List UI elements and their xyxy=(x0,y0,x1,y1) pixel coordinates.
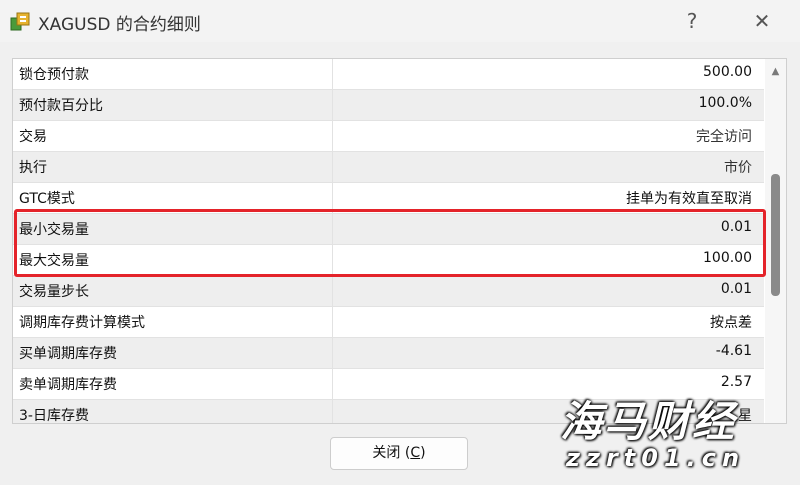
app-icon xyxy=(10,12,30,31)
table-row: 预付款百分比 100.0% xyxy=(13,90,764,121)
table-row: 买单调期库存费 -4.61 xyxy=(13,338,764,369)
row-value: 星 xyxy=(738,408,752,424)
row-name: 3-日库存费 xyxy=(19,408,89,424)
row-value: 2.57 xyxy=(720,374,752,390)
help-button[interactable]: ? xyxy=(670,6,714,36)
table-row: 卖单调期库存费 2.57 xyxy=(13,369,764,400)
table-rows: 锁仓预付款 500.00 预付款百分比 100.0% 交易 完全访问 执行 市价 GTC… xyxy=(13,59,764,424)
row-name: 执行 xyxy=(19,160,47,176)
row-name: 锁仓预付款 xyxy=(19,67,89,83)
table-row: 最小交易量 0.01 xyxy=(13,214,764,245)
row-name: 最大交易量 xyxy=(19,253,89,269)
row-name: 交易 xyxy=(19,129,47,145)
title-bar: XAGUSD 的合约细则 ? ✕ xyxy=(0,0,800,42)
row-value: 完全访问 xyxy=(696,129,752,145)
row-value: 按点差 xyxy=(710,315,752,331)
table-row: 最大交易量 100.00 xyxy=(13,245,764,276)
row-value: 市价 xyxy=(724,160,752,176)
row-value: 挂单为有效直至取消 xyxy=(626,191,752,207)
row-value: 0.01 xyxy=(720,219,752,235)
window-title: XAGUSD 的合约细则 xyxy=(38,15,201,35)
specification-table: 锁仓预付款 500.00 预付款百分比 100.0% 交易 完全访问 执行 市价 GTC… xyxy=(12,58,787,424)
row-value: 500.00 xyxy=(703,64,752,80)
close-button[interactable]: 关闭 (C) xyxy=(330,437,468,470)
table-row: 3-日库存费 星 xyxy=(13,400,764,424)
close-button-label-end: ) xyxy=(420,445,426,461)
row-value: 100.00 xyxy=(703,250,752,266)
watermark-url: zzrt01.cn xyxy=(566,444,746,472)
vertical-scrollbar[interactable]: ▲ xyxy=(765,59,786,423)
table-row: 锁仓预付款 500.00 xyxy=(13,59,764,90)
row-name: 交易量步长 xyxy=(19,284,89,300)
row-name: 卖单调期库存费 xyxy=(19,377,117,393)
close-button-label: 关闭 ( xyxy=(372,445,411,461)
row-name: 调期库存费计算模式 xyxy=(19,315,145,331)
row-name: 买单调期库存费 xyxy=(19,346,117,362)
table-row: 交易量步长 0.01 xyxy=(13,276,764,307)
table-row: 调期库存费计算模式 按点差 xyxy=(13,307,764,338)
close-window-button[interactable]: ✕ xyxy=(740,6,784,36)
row-name: 预付款百分比 xyxy=(19,98,103,114)
table-row: GTC模式 挂单为有效直至取消 xyxy=(13,183,764,214)
row-value: -4.61 xyxy=(715,343,752,359)
row-name: GTC模式 xyxy=(19,191,75,207)
scroll-thumb[interactable] xyxy=(771,174,780,296)
chevron-up-icon[interactable]: ▲ xyxy=(765,63,786,81)
row-value: 100.0% xyxy=(698,95,752,111)
close-button-hotkey: C xyxy=(410,445,421,461)
table-row: 交易 完全访问 xyxy=(13,121,764,152)
row-value: 0.01 xyxy=(720,281,752,297)
table-row: 执行 市价 xyxy=(13,152,764,183)
row-name: 最小交易量 xyxy=(19,222,89,238)
